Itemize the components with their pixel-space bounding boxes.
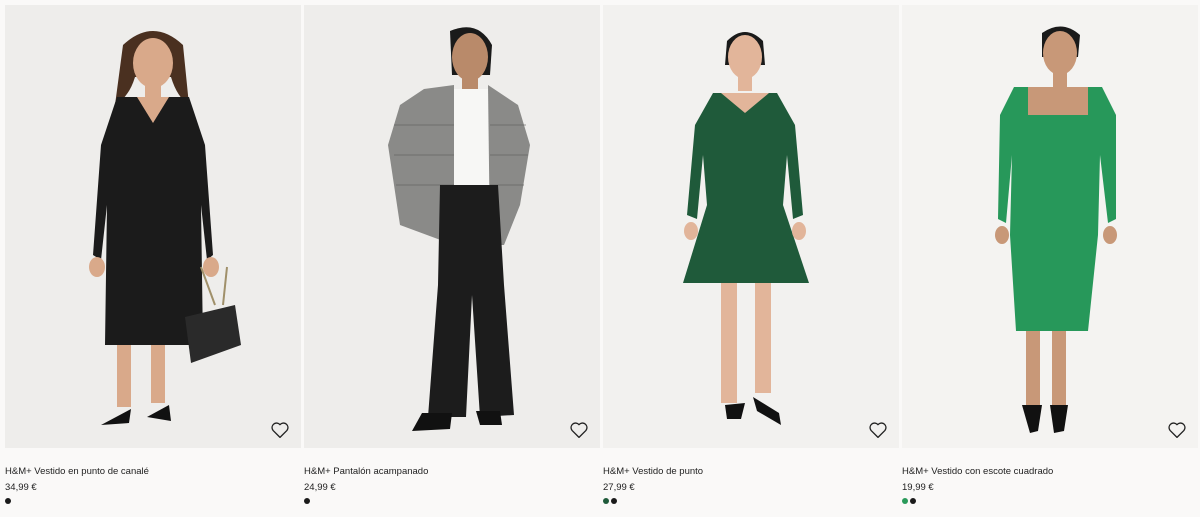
product-price: 24,99 €: [304, 482, 336, 493]
product-card[interactable]: H&M+ Vestido en punto de canalé 34,99 €: [5, 0, 301, 517]
product-price: 27,99 €: [603, 482, 635, 493]
product-image[interactable]: [603, 5, 899, 448]
product-name[interactable]: H&M+ Vestido en punto de canalé: [5, 466, 149, 477]
product-grid: H&M+ Vestido en punto de canalé 34,99 €: [0, 0, 1200, 517]
color-swatch[interactable]: [910, 498, 916, 504]
model-flared-trousers-check-shirt-image: [304, 5, 600, 448]
product-price: 19,99 €: [902, 482, 934, 493]
heart-icon[interactable]: [270, 421, 290, 439]
model-green-square-neck-dress-image: [902, 5, 1198, 448]
color-swatch[interactable]: [5, 498, 11, 504]
color-swatch[interactable]: [304, 498, 310, 504]
color-swatches: [603, 498, 617, 505]
product-card[interactable]: H&M+ Pantalón acampanado 24,99 €: [304, 0, 600, 517]
product-image[interactable]: [902, 5, 1198, 448]
product-image[interactable]: [5, 5, 301, 448]
color-swatches: [5, 498, 11, 505]
heart-icon[interactable]: [868, 421, 888, 439]
color-swatch[interactable]: [611, 498, 617, 504]
color-swatches: [304, 498, 310, 505]
product-price: 34,99 €: [5, 482, 37, 493]
product-name[interactable]: H&M+ Pantalón acampanado: [304, 466, 428, 477]
product-image[interactable]: [304, 5, 600, 448]
product-name[interactable]: H&M+ Vestido con escote cuadrado: [902, 466, 1053, 477]
product-name[interactable]: H&M+ Vestido de punto: [603, 466, 703, 477]
color-swatch[interactable]: [603, 498, 609, 504]
product-card[interactable]: H&M+ Vestido de punto 27,99 €: [603, 0, 899, 517]
product-card[interactable]: H&M+ Vestido con escote cuadrado 19,99 €: [902, 0, 1198, 517]
heart-icon[interactable]: [569, 421, 589, 439]
heart-icon[interactable]: [1167, 421, 1187, 439]
color-swatches: [902, 498, 916, 505]
color-swatch[interactable]: [902, 498, 908, 504]
model-dark-green-skater-dress-image: [603, 5, 899, 448]
model-black-knit-dress-image: [5, 5, 301, 448]
